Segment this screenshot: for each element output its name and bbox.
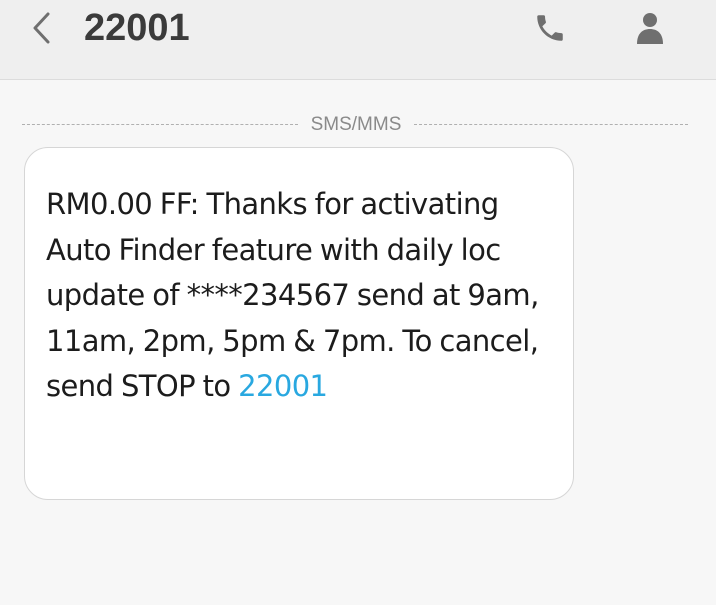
message-type-label: SMS/MMS (310, 114, 402, 135)
conversation-title: 22001 (84, 7, 190, 49)
call-button[interactable] (528, 8, 572, 48)
separator-line-left (22, 124, 298, 125)
message-text: RM0.00 FF: Thanks for activating Auto Fi… (46, 182, 561, 410)
phone-icon (537, 15, 563, 41)
message-number-link[interactable]: 22001 (238, 369, 328, 403)
separator-line-right (414, 124, 688, 125)
person-icon (637, 13, 663, 44)
message-type-separator: SMS/MMS (22, 114, 688, 136)
contact-button[interactable] (628, 8, 672, 48)
chevron-left-icon (33, 12, 50, 44)
message-bubble[interactable]: RM0.00 FF: Thanks for activating Auto Fi… (24, 147, 574, 500)
back-button[interactable] (22, 8, 62, 48)
app-header: 22001 (0, 0, 716, 80)
